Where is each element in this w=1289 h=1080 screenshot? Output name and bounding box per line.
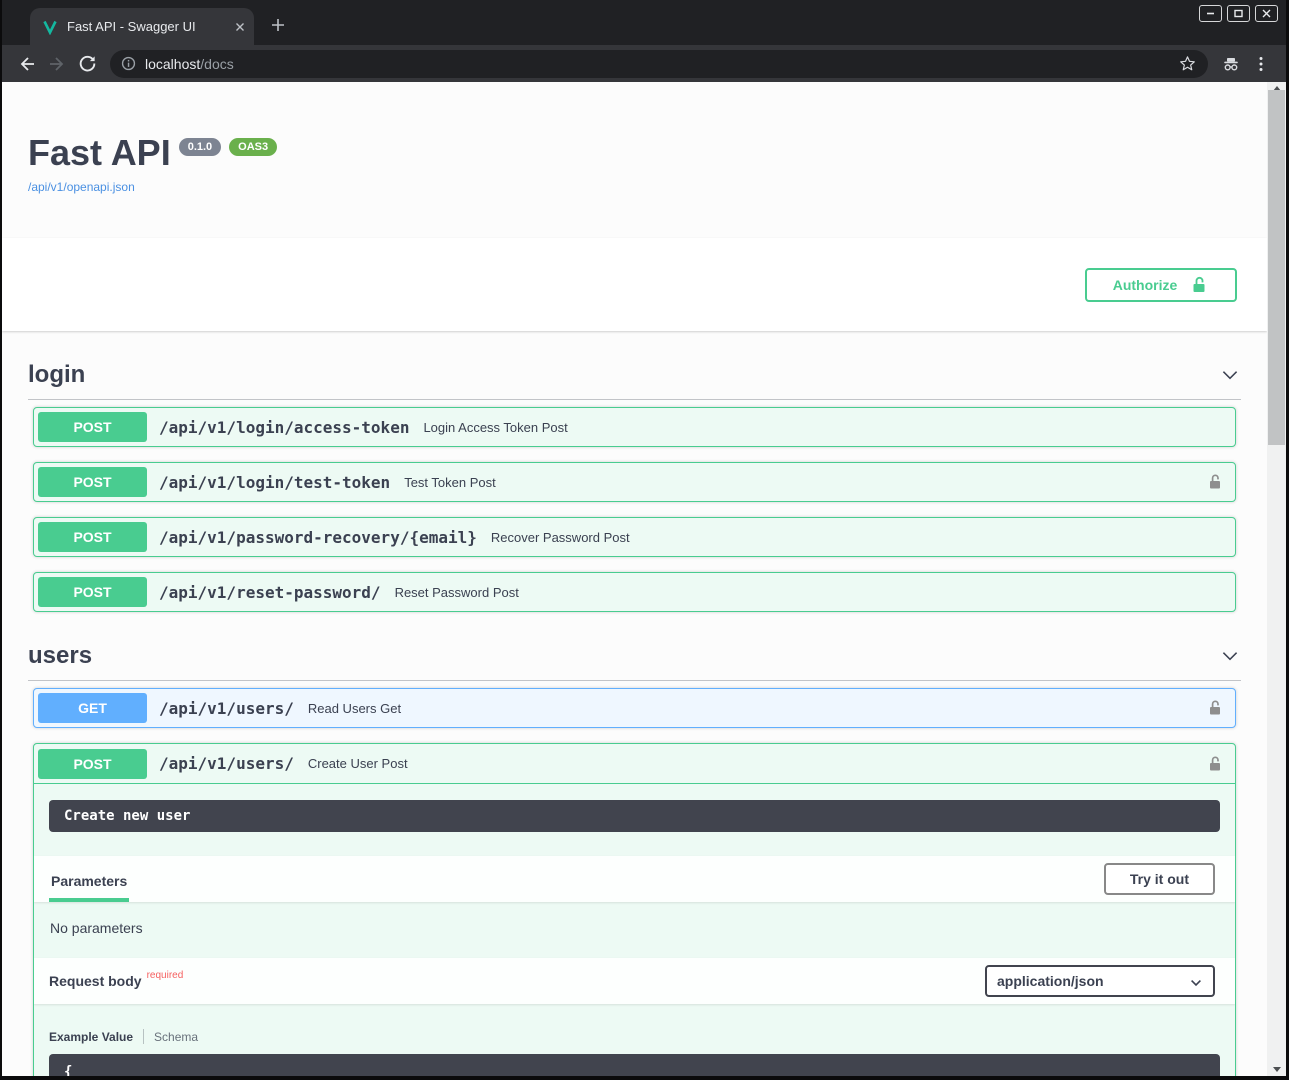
opblock-create-user-expanded: POST /api/v1/users/ Create User Post Cre… <box>33 743 1236 1076</box>
op-path: /api/v1/users/ <box>159 699 294 718</box>
opblock-login-access-token[interactable]: POST /api/v1/login/access-token Login Ac… <box>33 407 1236 447</box>
method-badge: POST <box>38 577 147 607</box>
operation-description: Create new user <box>49 800 1220 832</box>
op-summary: Read Users Get <box>308 701 401 716</box>
browser-toolbar: localhost/docs <box>2 45 1286 82</box>
site-info-icon[interactable] <box>120 55 137 72</box>
op-summary: Test Token Post <box>404 475 496 490</box>
openapi-spec-link[interactable]: /api/v1/openapi.json <box>28 180 135 194</box>
op-summary: Create User Post <box>308 756 408 771</box>
auth-lock-icon[interactable] <box>1205 698 1225 718</box>
tab-favicon-icon <box>42 19 58 35</box>
window-controls <box>1199 5 1278 22</box>
browser-tab[interactable]: Fast API - Swagger UI <box>30 8 254 45</box>
scrollbar-down-arrow[interactable] <box>1273 1067 1281 1072</box>
maximize-button[interactable] <box>1227 5 1250 22</box>
address-bar[interactable]: localhost/docs <box>110 50 1208 78</box>
close-button[interactable] <box>1255 5 1278 22</box>
example-code-block[interactable]: { <box>49 1054 1220 1076</box>
chevron-down-icon[interactable] <box>1219 645 1241 667</box>
authorize-label: Authorize <box>1113 277 1178 293</box>
url-text[interactable]: localhost/docs <box>145 56 1179 72</box>
request-body-label: Request body <box>49 973 142 989</box>
tag-name: users <box>28 642 92 670</box>
tab-close-icon[interactable] <box>234 21 246 33</box>
chevron-down-icon[interactable] <box>1219 364 1241 386</box>
op-path: /api/v1/users/ <box>159 754 294 773</box>
media-type-select[interactable]: application/json <box>985 965 1215 997</box>
opblock-read-users[interactable]: GET /api/v1/users/ Read Users Get <box>33 688 1236 728</box>
api-info: Fast API 0.1.0 OAS3 /api/v1/openapi.json <box>28 82 1241 196</box>
model-tabs: Example Value Schema <box>49 1029 1220 1044</box>
model-example-area: Example Value Schema { <box>34 1004 1235 1076</box>
method-badge: POST <box>38 522 147 552</box>
op-path: /api/v1/login/test-token <box>159 473 390 492</box>
back-button[interactable] <box>12 49 42 79</box>
minimize-button[interactable] <box>1199 5 1222 22</box>
opblock-create-user-summary[interactable]: POST /api/v1/users/ Create User Post <box>34 744 1235 784</box>
opblock-reset-password[interactable]: POST /api/v1/reset-password/ Reset Passw… <box>33 572 1236 612</box>
oas3-badge: OAS3 <box>229 138 277 156</box>
browser-window: Fast API - Swagger UI <box>0 0 1289 1080</box>
op-summary: Reset Password Post <box>395 585 519 600</box>
parameters-section-header: Parameters Try it out <box>34 856 1235 902</box>
op-path: /api/v1/password-recovery/{email} <box>159 528 477 547</box>
tab-parameters[interactable]: Parameters <box>49 858 129 902</box>
new-tab-button[interactable] <box>264 11 292 39</box>
version-badge: 0.1.0 <box>179 138 221 156</box>
tab-strip: Fast API - Swagger UI <box>2 0 1286 45</box>
op-path: /api/v1/reset-password/ <box>159 583 381 602</box>
opblock-login-test-token[interactable]: POST /api/v1/login/test-token Test Token… <box>33 462 1236 502</box>
media-type-value: application/json <box>997 973 1104 989</box>
tab-schema[interactable]: Schema <box>154 1030 198 1044</box>
tag-header-login[interactable]: login <box>28 347 1241 400</box>
no-parameters-text: No parameters <box>34 902 1235 958</box>
op-summary: Recover Password Post <box>491 530 630 545</box>
tab-example-value[interactable]: Example Value <box>49 1030 133 1044</box>
browser-chrome: Fast API - Swagger UI <box>2 0 1286 82</box>
tab-divider <box>143 1029 144 1044</box>
tag-header-users[interactable]: users <box>28 628 1241 681</box>
required-badge: required <box>147 970 184 981</box>
forward-button[interactable] <box>42 49 72 79</box>
scrollbar-thumb[interactable] <box>1268 90 1285 445</box>
url-path: /docs <box>200 56 233 72</box>
tag-name: login <box>28 361 85 389</box>
method-badge: POST <box>38 749 147 779</box>
bookmark-star-icon[interactable] <box>1179 55 1196 72</box>
op-path: /api/v1/login/access-token <box>159 418 409 437</box>
swagger-page: Fast API 0.1.0 OAS3 /api/v1/openapi.json… <box>2 82 1267 1076</box>
scheme-container: Authorize <box>2 238 1267 331</box>
method-badge: POST <box>38 467 147 497</box>
auth-lock-icon[interactable] <box>1205 754 1225 774</box>
page-scrollbar[interactable] <box>1267 82 1286 1076</box>
page-title: Fast API <box>28 133 171 173</box>
tab-title: Fast API - Swagger UI <box>67 19 234 34</box>
method-badge: GET <box>38 693 147 723</box>
request-body-section-header: Request body required application/json <box>34 958 1235 1004</box>
auth-lock-icon[interactable] <box>1205 472 1225 492</box>
url-host: localhost <box>145 56 200 72</box>
authorize-button[interactable]: Authorize <box>1085 268 1237 302</box>
page-viewport: Fast API 0.1.0 OAS3 /api/v1/openapi.json… <box>2 82 1286 1076</box>
reload-button[interactable] <box>72 49 102 79</box>
try-it-out-button[interactable]: Try it out <box>1104 863 1215 895</box>
incognito-icon <box>1216 49 1246 79</box>
unlocked-padlock-icon <box>1189 275 1209 295</box>
op-summary: Login Access Token Post <box>423 420 567 435</box>
method-badge: POST <box>38 412 147 442</box>
opblock-password-recovery[interactable]: POST /api/v1/password-recovery/{email} R… <box>33 517 1236 557</box>
select-chevron-icon <box>1188 975 1204 994</box>
browser-menu-icon[interactable] <box>1246 49 1276 79</box>
